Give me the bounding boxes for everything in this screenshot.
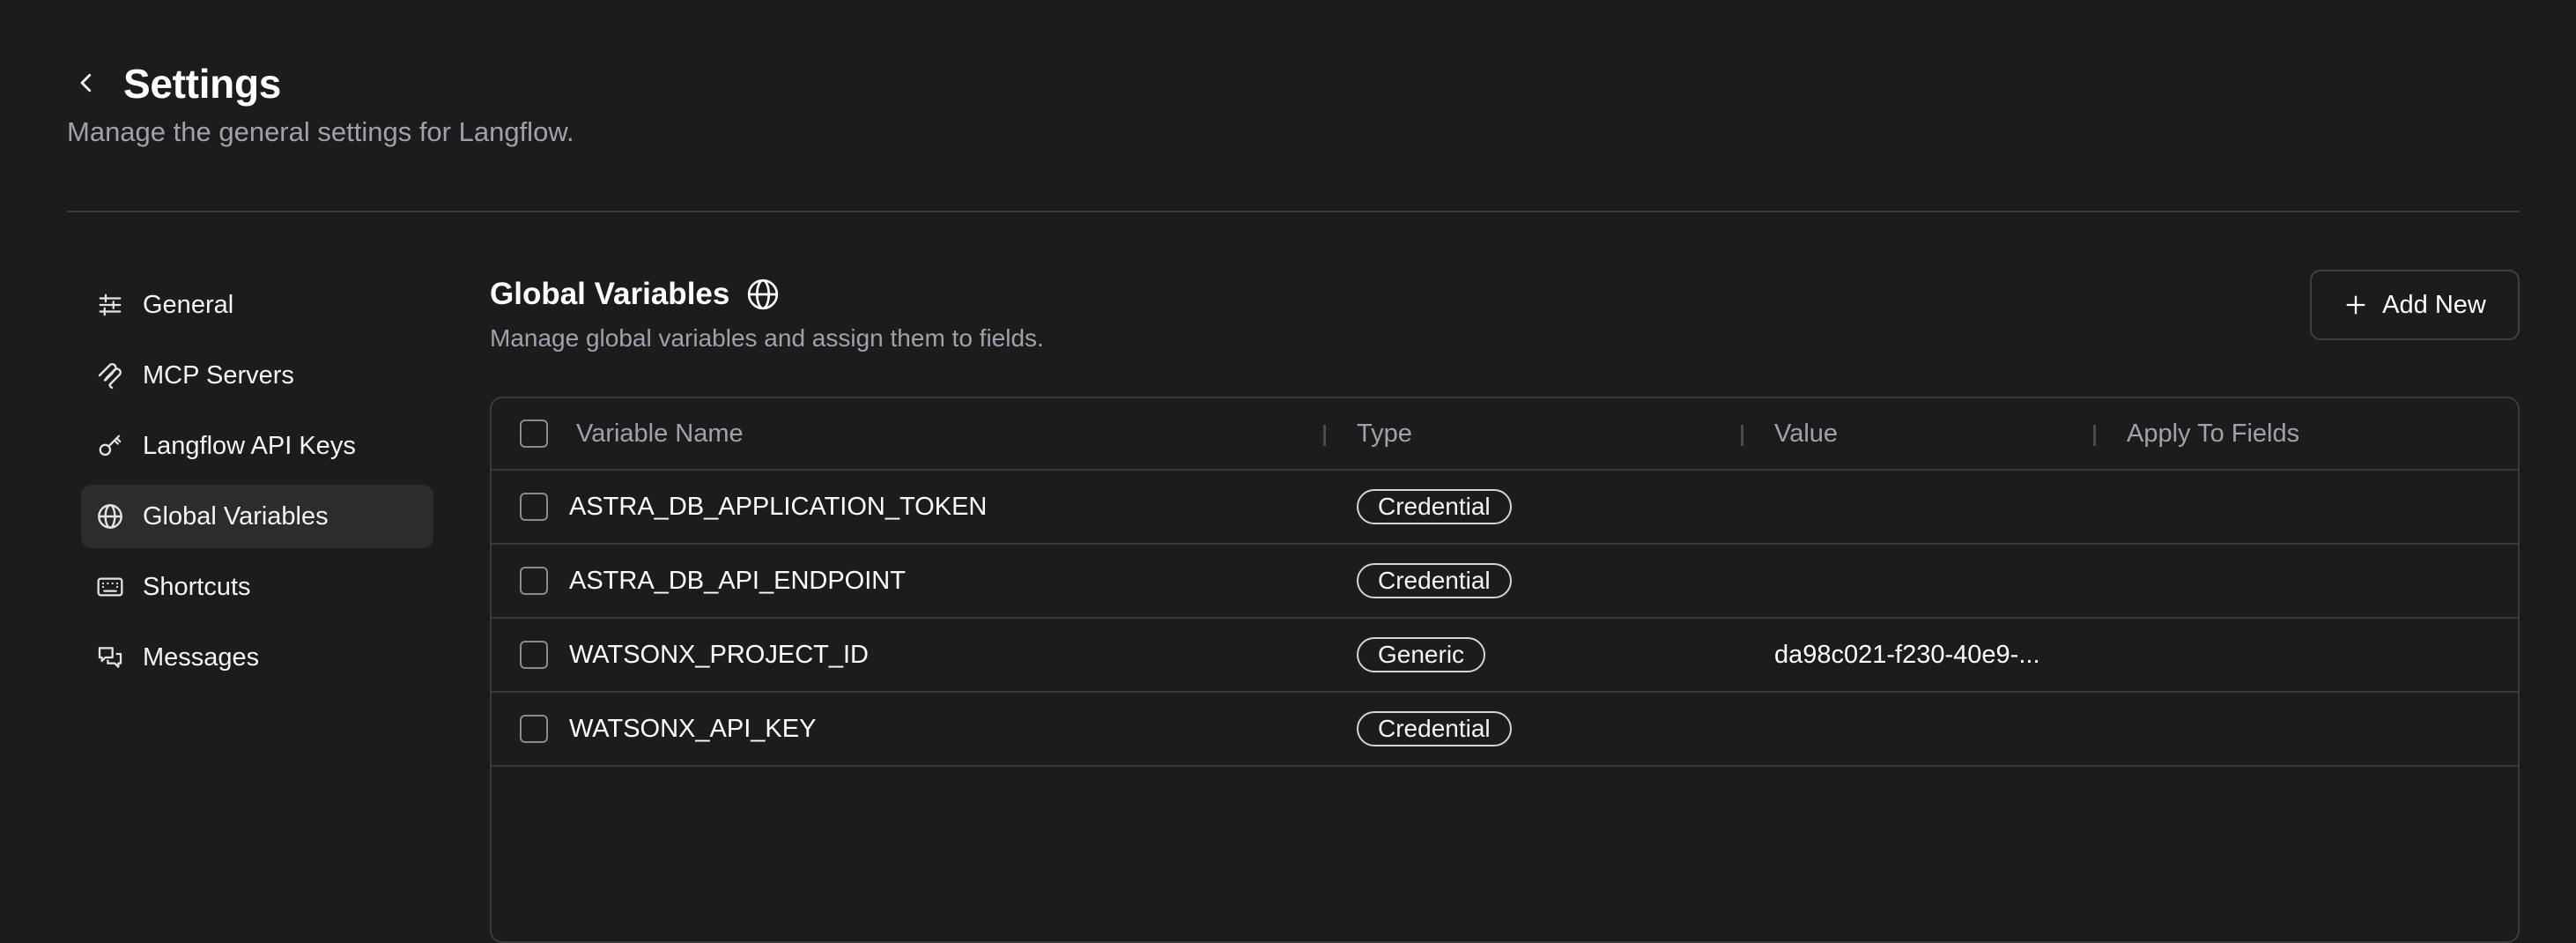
- globe-icon: [745, 277, 781, 312]
- row-checkbox[interactable]: [520, 493, 548, 521]
- variable-name-cell: WATSONX_PROJECT_ID: [569, 640, 869, 669]
- row-checkbox[interactable]: [520, 641, 548, 669]
- type-badge: Credential: [1357, 489, 1512, 524]
- add-new-button[interactable]: Add New: [2310, 270, 2520, 340]
- plus-icon: [2343, 293, 2368, 317]
- row-checkbox[interactable]: [520, 715, 548, 743]
- column-header-variable-name[interactable]: Variable Name: [576, 398, 744, 469]
- sidebar-item-label: Shortcuts: [143, 572, 251, 601]
- header-divider: [67, 211, 2520, 212]
- column-resize-handle[interactable]: [1741, 425, 1743, 446]
- sidebar-item-global-variables[interactable]: Global Variables: [81, 485, 433, 548]
- value-cell: da98c021-f230-40e9-...: [1774, 640, 2040, 669]
- variable-name-cell: ASTRA_DB_API_ENDPOINT: [569, 566, 906, 595]
- column-header-apply-to-fields[interactable]: Apply To Fields: [2127, 398, 2299, 469]
- column-resize-handle[interactable]: [1323, 425, 1326, 446]
- messages-icon: [95, 642, 125, 672]
- table-row[interactable]: ASTRA_DB_API_ENDPOINT Credential: [492, 545, 2518, 619]
- column-resize-handle[interactable]: [2093, 425, 2096, 446]
- keyboard-icon: [95, 572, 125, 602]
- global-variables-section: Global Variables Manage global variables…: [490, 270, 2520, 353]
- sidebar-item-label: MCP Servers: [143, 360, 294, 390]
- sidebar-item-label: Langflow API Keys: [143, 431, 356, 460]
- select-all-checkbox[interactable]: [520, 420, 548, 448]
- add-new-label: Add New: [2382, 290, 2486, 319]
- sidebar-item-api-keys[interactable]: Langflow API Keys: [81, 414, 433, 478]
- back-button[interactable]: [67, 63, 106, 102]
- type-badge: Credential: [1357, 711, 1512, 746]
- settings-sidebar: General MCP Servers Langflow API Keys Gl…: [81, 273, 433, 696]
- globe-icon: [95, 501, 125, 531]
- sidebar-item-label: Global Variables: [143, 501, 329, 531]
- section-description: Manage global variables and assign them …: [490, 324, 1044, 352]
- chevron-left-icon: [80, 73, 92, 93]
- sidebar-item-shortcuts[interactable]: Shortcuts: [81, 555, 433, 619]
- variable-name-cell: ASTRA_DB_APPLICATION_TOKEN: [569, 492, 988, 521]
- table-row[interactable]: ASTRA_DB_APPLICATION_TOKEN Credential: [492, 471, 2518, 545]
- table-row[interactable]: WATSONX_PROJECT_ID Generic da98c021-f230…: [492, 619, 2518, 693]
- row-checkbox[interactable]: [520, 567, 548, 595]
- variables-table: Variable Name Type Value Apply To Fields…: [490, 397, 2520, 943]
- sliders-icon: [95, 290, 125, 320]
- section-title: Global Variables: [490, 277, 730, 311]
- sidebar-item-label: Messages: [143, 642, 260, 672]
- type-badge: Credential: [1357, 563, 1512, 598]
- sidebar-item-general[interactable]: General: [81, 273, 433, 337]
- page-title: Settings: [123, 61, 282, 107]
- variable-name-cell: WATSONX_API_KEY: [569, 714, 817, 743]
- table-row[interactable]: WATSONX_API_KEY Credential: [492, 693, 2518, 767]
- column-header-type[interactable]: Type: [1357, 398, 1412, 469]
- page-subtitle: Manage the general settings for Langflow…: [67, 116, 574, 147]
- column-header-value[interactable]: Value: [1774, 398, 1838, 469]
- key-icon: [95, 431, 125, 461]
- sidebar-item-label: General: [143, 290, 234, 319]
- sidebar-item-messages[interactable]: Messages: [81, 626, 433, 689]
- table-header-row: Variable Name Type Value Apply To Fields: [492, 398, 2518, 471]
- type-badge: Generic: [1357, 637, 1486, 672]
- sidebar-item-mcp-servers[interactable]: MCP Servers: [81, 344, 433, 407]
- mcp-icon: [95, 360, 125, 390]
